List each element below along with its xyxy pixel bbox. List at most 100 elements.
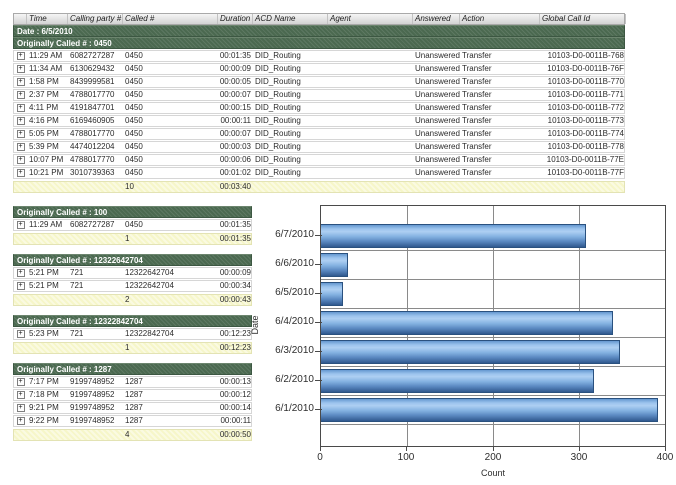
cell-answered: Unanswered <box>413 116 460 126</box>
expand-button[interactable]: + <box>17 156 25 164</box>
summary-spacer <box>27 234 68 244</box>
column-header-time: Time <box>27 14 68 24</box>
cell-duration: 00:00:07 <box>218 90 253 100</box>
expand-cell: + <box>14 77 27 87</box>
cell-answered: Unanswered <box>413 103 460 113</box>
cell-calling-party: 9199748952 <box>68 416 123 426</box>
expand-button[interactable]: + <box>17 78 25 86</box>
x-tick <box>665 447 666 451</box>
expand-button[interactable]: + <box>17 330 25 338</box>
y-gridline <box>321 395 665 396</box>
cell-acd-name: DID_Routing <box>253 90 328 100</box>
cell-action: Transfer <box>460 90 540 100</box>
cell-answered: Unanswered <box>413 168 460 178</box>
cell-duration: 00:00:11 <box>218 416 253 426</box>
cell-time: 5:23 PM <box>27 329 68 339</box>
bar <box>321 340 620 364</box>
cell-called: 0450 <box>123 129 218 139</box>
cell-global-call-id: 10103-D0-0011B-768 <box>540 51 626 61</box>
summary-spacer <box>27 182 68 192</box>
cell-called: 12322642704 <box>123 268 218 278</box>
summary-duration: 00:01:35 <box>218 234 253 244</box>
expand-button[interactable]: + <box>17 130 25 138</box>
y-axis-label: 6/1/2010 <box>258 403 314 415</box>
expand-cell: + <box>14 220 27 230</box>
expand-button[interactable]: + <box>17 91 25 99</box>
cell-time: 11:29 AM <box>27 220 68 230</box>
cell-agent <box>328 142 413 152</box>
cell-agent <box>328 155 413 165</box>
y-tick <box>315 380 322 381</box>
cell-duration: 00:00:09 <box>218 64 253 74</box>
cell-time: 5:21 PM <box>27 281 68 291</box>
called-group-header: Originally Called # : 12322842704 <box>13 315 252 327</box>
y-tick <box>315 322 322 323</box>
cell-called: 0450 <box>123 64 218 74</box>
summary-spacer <box>27 343 68 353</box>
x-axis-label: 300 <box>559 452 599 463</box>
cell-called: 12322842704 <box>123 329 218 339</box>
x-axis-label: 0 <box>300 452 340 463</box>
y-tick <box>315 293 322 294</box>
expand-button[interactable]: + <box>17 65 25 73</box>
cell-action: Transfer <box>460 129 540 139</box>
group-summary-row: 100:12:23 <box>13 342 252 354</box>
cell-duration: 00:00:03 <box>218 142 253 152</box>
cell-agent <box>328 51 413 61</box>
cell-acd-name: DID_Routing <box>253 129 328 139</box>
expand-button[interactable]: + <box>17 143 25 151</box>
expand-button[interactable]: + <box>17 391 25 399</box>
column-header-duration: Duration <box>218 14 253 24</box>
expand-button[interactable]: + <box>17 169 25 177</box>
table-row: +5:05 PM4788017770045000:00:07DID_Routin… <box>13 128 625 140</box>
expand-button[interactable]: + <box>17 404 25 412</box>
y-tick <box>315 351 322 352</box>
cell-duration: 00:01:35 <box>218 220 253 230</box>
cell-called: 1287 <box>123 377 218 387</box>
cell-calling-party: 4474012204 <box>68 142 123 152</box>
cell-answered: Unanswered <box>413 51 460 61</box>
expand-cell: + <box>14 64 27 74</box>
summary-spacer <box>68 295 123 305</box>
cell-calling-party: 9199748952 <box>68 390 123 400</box>
group-summary-row: 400:00:50 <box>13 429 252 441</box>
bar <box>321 282 343 306</box>
table-row: +11:29 AM6082727287045000:01:35 <box>13 219 252 231</box>
cell-duration: 00:00:07 <box>218 129 253 139</box>
called-group-header: Originally Called # : 12322642704 <box>13 254 252 266</box>
cell-global-call-id: 10103-D0-0011B-771 <box>540 90 626 100</box>
date-group-header: Date : 6/5/2010 <box>13 25 625 37</box>
expand-button[interactable]: + <box>17 104 25 112</box>
cell-called: 1287 <box>123 390 218 400</box>
summary-spacer <box>14 234 27 244</box>
y-axis-label: 6/5/2010 <box>258 287 314 299</box>
called-group-header: Originally Called # : 100 <box>13 206 252 218</box>
expand-button[interactable]: + <box>17 117 25 125</box>
expand-button[interactable]: + <box>17 378 25 386</box>
cell-called: 12322642704 <box>123 281 218 291</box>
expand-cell: + <box>14 116 27 126</box>
summary-count: 10 <box>123 182 218 192</box>
expand-button[interactable]: + <box>17 417 25 425</box>
cell-answered: Unanswered <box>413 155 460 165</box>
cell-action: Transfer <box>460 142 540 152</box>
group-summary-row: 200:00:43 <box>13 294 252 306</box>
cell-called: 0450 <box>123 168 218 178</box>
expand-button[interactable]: + <box>17 282 25 290</box>
cell-acd-name: DID_Routing <box>253 64 328 74</box>
cell-calling-party: 721 <box>68 329 123 339</box>
cell-acd-name: DID_Routing <box>253 103 328 113</box>
cell-acd-name: DID_Routing <box>253 142 328 152</box>
cell-duration: 00:00:06 <box>218 155 253 165</box>
expand-button[interactable]: + <box>17 221 25 229</box>
expand-button[interactable]: + <box>17 52 25 60</box>
cell-time: 4:16 PM <box>27 116 68 126</box>
summary-duration: 00:12:23 <box>218 343 253 353</box>
cell-acd-name: DID_Routing <box>253 77 328 87</box>
cell-time: 9:22 PM <box>27 416 68 426</box>
table-row: +1:58 PM8439999581045000:00:05DID_Routin… <box>13 76 625 88</box>
expand-button[interactable]: + <box>17 269 25 277</box>
table-row: +10:21 PM3010739363045000:01:02DID_Routi… <box>13 167 625 179</box>
table-row: +9:22 PM9199748952128700:00:11 <box>13 415 252 427</box>
cell-time: 9:21 PM <box>27 403 68 413</box>
